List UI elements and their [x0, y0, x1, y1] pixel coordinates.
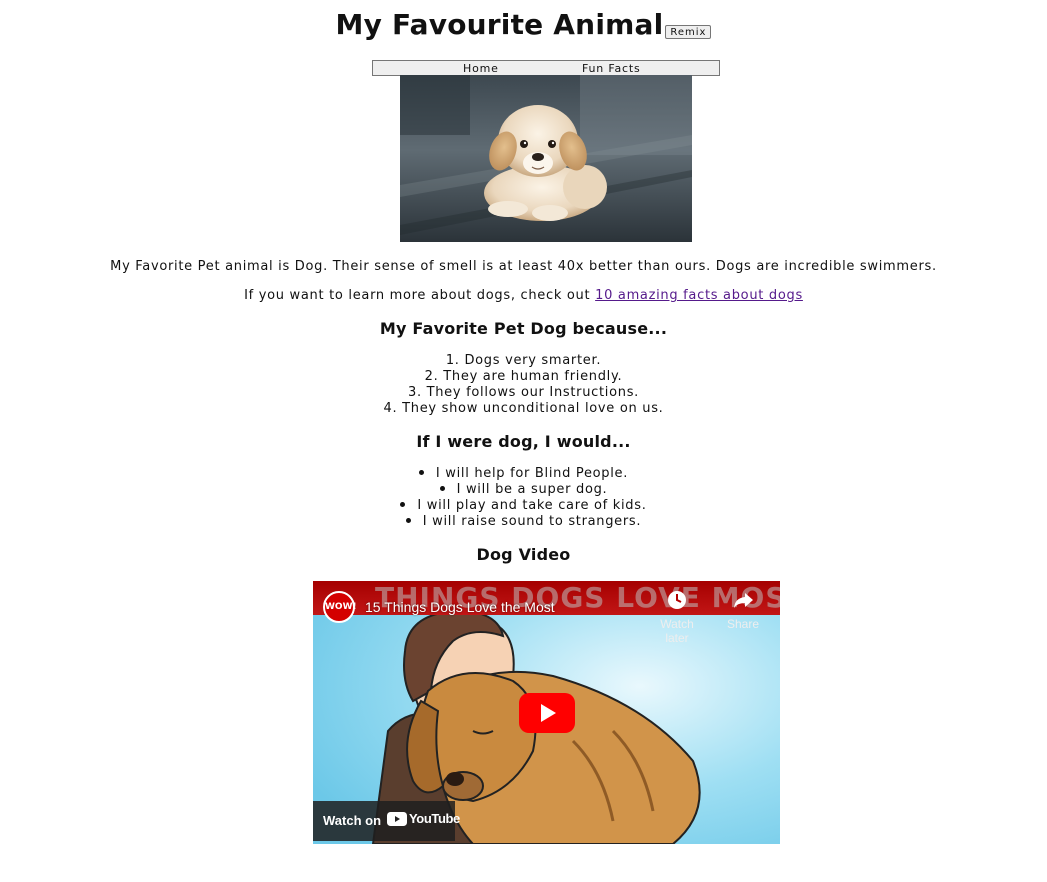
youtube-wordmark: YouTube [409, 811, 460, 826]
list-item: I will be a super dog. [0, 482, 1047, 498]
watch-on-youtube-button[interactable]: Watch on YouTube [313, 801, 460, 841]
list-item-text: I will raise sound to strangers. [422, 514, 642, 529]
watch-on-label: Watch on [323, 813, 382, 828]
dog-facts-link[interactable]: 10 amazing facts about dogs [595, 288, 803, 303]
list-item: 3. They follows our Instructions. [407, 385, 640, 400]
learn-more-line: If you want to learn more about dogs, ch… [0, 288, 1047, 303]
page-title: My Favourite Animal [335, 8, 664, 41]
because-heading: My Favorite Pet Dog because... [379, 319, 668, 338]
share-icon [718, 589, 768, 617]
would-list: I will help for Blind People. I will be … [0, 466, 1047, 530]
video-title[interactable]: 15 Things Dogs Love the Most [365, 599, 555, 615]
bullet-icon [405, 518, 411, 523]
play-button[interactable] [519, 693, 575, 733]
nav-home-link[interactable]: Home [463, 61, 499, 76]
list-item: 2. They are human friendly. [424, 369, 623, 384]
intro-text: My Favorite Pet animal is Dog. Their sen… [110, 259, 937, 274]
would-heading: If I were dog, I would... [416, 432, 631, 451]
list-item: I will play and take care of kids. [0, 498, 1047, 514]
header: My Favourite Animal Remix [0, 8, 1047, 41]
list-item-text: I will help for Blind People. [435, 466, 629, 481]
bullet-icon [439, 486, 445, 491]
youtube-icon [387, 811, 407, 826]
share-button[interactable]: Share [718, 589, 768, 631]
watch-later-label: Watch later [660, 617, 694, 645]
youtube-logo: YouTube [387, 811, 460, 826]
play-icon [519, 693, 575, 733]
nav-bar: Home Fun Facts [372, 60, 720, 76]
puppy-photo [400, 75, 692, 242]
because-list: 1. Dogs very smarter. 2. They are human … [0, 353, 1047, 417]
bullet-icon [400, 502, 406, 507]
list-item: I will help for Blind People. [0, 466, 1047, 482]
nav-fun-facts-link[interactable]: Fun Facts [582, 61, 641, 76]
video-heading: Dog Video [476, 545, 571, 564]
channel-logo[interactable]: WOW! [323, 591, 357, 623]
list-item-text: I will be a super dog. [456, 482, 608, 497]
list-item: 4. They show unconditional love on us. [383, 401, 664, 416]
share-label: Share [726, 617, 760, 631]
list-item: 1. Dogs very smarter. [445, 353, 602, 368]
list-item-text: I will play and take care of kids. [417, 498, 647, 513]
clock-icon [652, 589, 702, 617]
list-item: I will raise sound to strangers. [0, 514, 1047, 530]
youtube-embed[interactable]: THINGS DOGS LOVE MOST WOW! 15 Things Dog… [313, 581, 780, 844]
watch-later-button[interactable]: Watch later [652, 589, 702, 645]
bullet-icon [418, 470, 424, 475]
learn-more-prefix: If you want to learn more about dogs, ch… [244, 288, 596, 303]
remix-button[interactable]: Remix [665, 24, 712, 39]
